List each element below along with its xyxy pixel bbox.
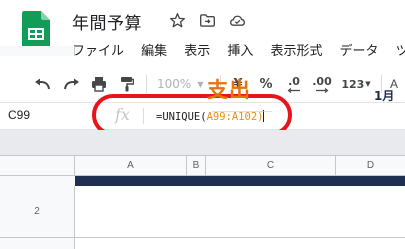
increase-decimal-label: .00: [312, 74, 332, 88]
row-3-cells[interactable]: [75, 238, 405, 249]
sheets-logo-icon[interactable]: [22, 11, 50, 49]
column-headers: A B C D: [0, 155, 405, 176]
menu-format[interactable]: 表示形式: [270, 43, 322, 58]
arrow-right-icon: [316, 87, 329, 93]
menu-file[interactable]: ファイル: [72, 43, 124, 58]
more-formats-label: 123: [341, 77, 365, 91]
redo-button[interactable]: [61, 74, 81, 94]
menu-bar: ファイル 編集 表示 挿入 表示形式 データ ツ: [72, 40, 405, 58]
chevron-down-icon: ▼: [365, 80, 371, 88]
month-label-cell[interactable]: 1月: [374, 87, 394, 104]
chevron-down-icon: ▼: [197, 79, 204, 89]
zoom-select[interactable]: 100% ▼: [157, 74, 213, 94]
column-header-b[interactable]: B: [187, 156, 206, 175]
percent-label: %: [259, 76, 273, 92]
row-header-2[interactable]: 2: [0, 186, 75, 238]
row-2-cells[interactable]: [75, 186, 405, 238]
percent-format-button[interactable]: %: [257, 74, 275, 94]
grid-top-band: [0, 130, 405, 155]
column-header-a[interactable]: A: [75, 156, 187, 175]
app-header: 年間予算 ファイル 編集 表示 挿入 表示形式 データ ツ: [0, 0, 405, 66]
redo-icon: [64, 78, 79, 90]
print-icon: [92, 77, 106, 92]
column-header-c[interactable]: C: [206, 156, 336, 175]
menu-edit[interactable]: 編集: [141, 43, 167, 58]
menu-tools[interactable]: ツ: [396, 43, 405, 58]
column-header-d[interactable]: D: [336, 156, 405, 175]
menu-view[interactable]: 表示: [184, 43, 210, 58]
faint-cell-content: [212, 111, 272, 117]
undo-icon: [35, 78, 50, 90]
increase-decimal-button[interactable]: .00: [309, 74, 335, 94]
cloud-status-icon[interactable]: [229, 12, 246, 29]
row-header-3[interactable]: [0, 238, 75, 249]
paint-format-button[interactable]: [117, 74, 137, 94]
menu-insert[interactable]: 挿入: [227, 43, 253, 58]
star-icon[interactable]: [169, 12, 186, 29]
document-title[interactable]: 年間予算: [72, 9, 142, 34]
move-to-folder-icon[interactable]: [199, 12, 216, 29]
menu-data[interactable]: データ: [340, 43, 379, 58]
select-all-corner[interactable]: [0, 156, 75, 175]
undo-button[interactable]: [33, 74, 53, 94]
decrease-decimal-label: .0: [288, 74, 300, 88]
toolbar-divider: [146, 75, 147, 93]
paint-format-icon: [121, 77, 134, 92]
row-1-navy-header[interactable]: [75, 176, 405, 186]
decrease-decimal-button[interactable]: .0: [283, 74, 305, 94]
zoom-value: 100%: [157, 77, 192, 91]
name-box[interactable]: C99: [8, 108, 30, 122]
expense-title-cell[interactable]: 支出: [207, 74, 251, 104]
arrow-left-icon: [287, 87, 300, 93]
more-formats-button[interactable]: 123 ▼: [339, 74, 373, 94]
row-header-1[interactable]: [0, 46, 75, 56]
print-button[interactable]: [89, 74, 109, 94]
